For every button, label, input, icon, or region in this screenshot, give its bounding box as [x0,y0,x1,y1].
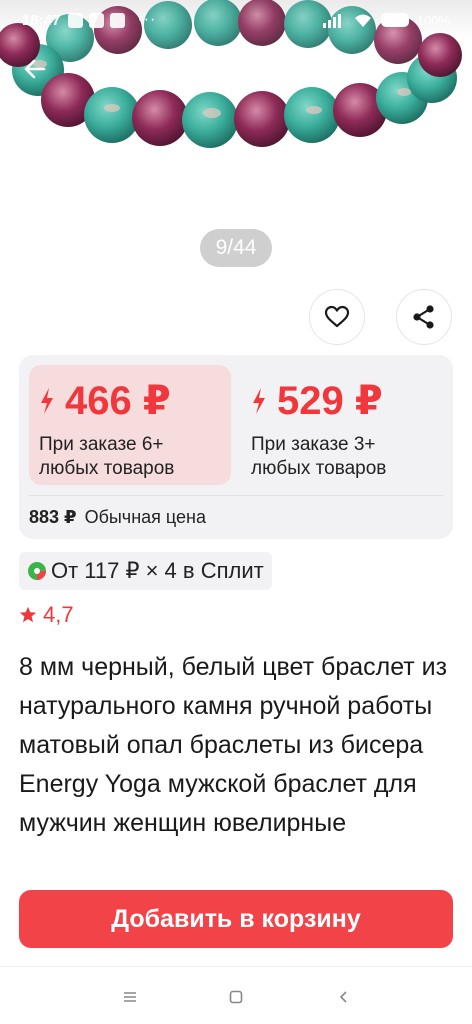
price-condition: любых товаров [251,458,387,479]
product-rating[interactable]: 4,7 [19,602,74,628]
share-button[interactable] [396,289,452,345]
price-condition: При заказе 3+ [251,434,376,455]
battery-percent: 100% [416,12,450,28]
star-icon [19,606,37,623]
status-overflow: ··· [137,11,157,28]
nav-home-button[interactable] [224,985,248,1009]
regular-price: 883 ₽ Обычная цена [29,507,206,528]
back-button[interactable] [18,52,52,86]
price-condition: При заказе 6+ [39,434,164,455]
arrow-left-icon [24,59,46,79]
nav-menu-button[interactable] [118,985,142,1009]
lightning-icon [41,388,53,414]
price-condition: любых товаров [39,458,175,479]
heart-icon [324,305,350,328]
home-square-icon [229,990,243,1004]
nav-back-button[interactable] [332,985,356,1009]
signal-icon [322,13,341,28]
price-value: 529 ₽ [277,379,383,423]
status-bar: 18:47 ··· 100% [0,0,472,40]
split-logo-icon [28,562,46,580]
notification-icon [68,12,84,28]
price-value: 466 ₽ [65,379,171,423]
status-time: 18:47 [22,11,61,29]
chevron-left-icon [339,991,347,1003]
battery-icon [380,13,409,27]
price-option-bulk-3[interactable]: 529 ₽ При заказе 3+ любых товаров [241,365,443,485]
image-counter: 9/44 [200,229,272,267]
lightning-icon [253,388,265,414]
product-title: 8 мм черный, белый цвет браслет из натур… [19,653,448,837]
menu-icon [124,992,136,1002]
notification-icon [89,12,105,28]
regular-price-label: Обычная цена [84,507,206,527]
price-option-bulk-6[interactable]: 466 ₽ При заказе 6+ любых товаров [29,365,231,485]
split-installment-badge[interactable]: От 117 ₽ × 4 в Сплит [19,552,272,590]
notification-icon [110,12,126,28]
price-card: 466 ₽ При заказе 6+ любых товаров 529 ₽ … [19,355,453,539]
add-to-cart-button[interactable]: Добавить в корзину [19,890,453,948]
favorite-button[interactable] [309,289,365,345]
system-nav-bar [0,966,472,1024]
regular-price-value: 883 ₽ [29,507,77,527]
share-icon [413,305,434,329]
wifi-icon [354,14,371,27]
divider [29,495,443,496]
rating-value: 4,7 [43,602,74,627]
split-text: От 117 ₽ × 4 в Сплит [51,558,264,583]
